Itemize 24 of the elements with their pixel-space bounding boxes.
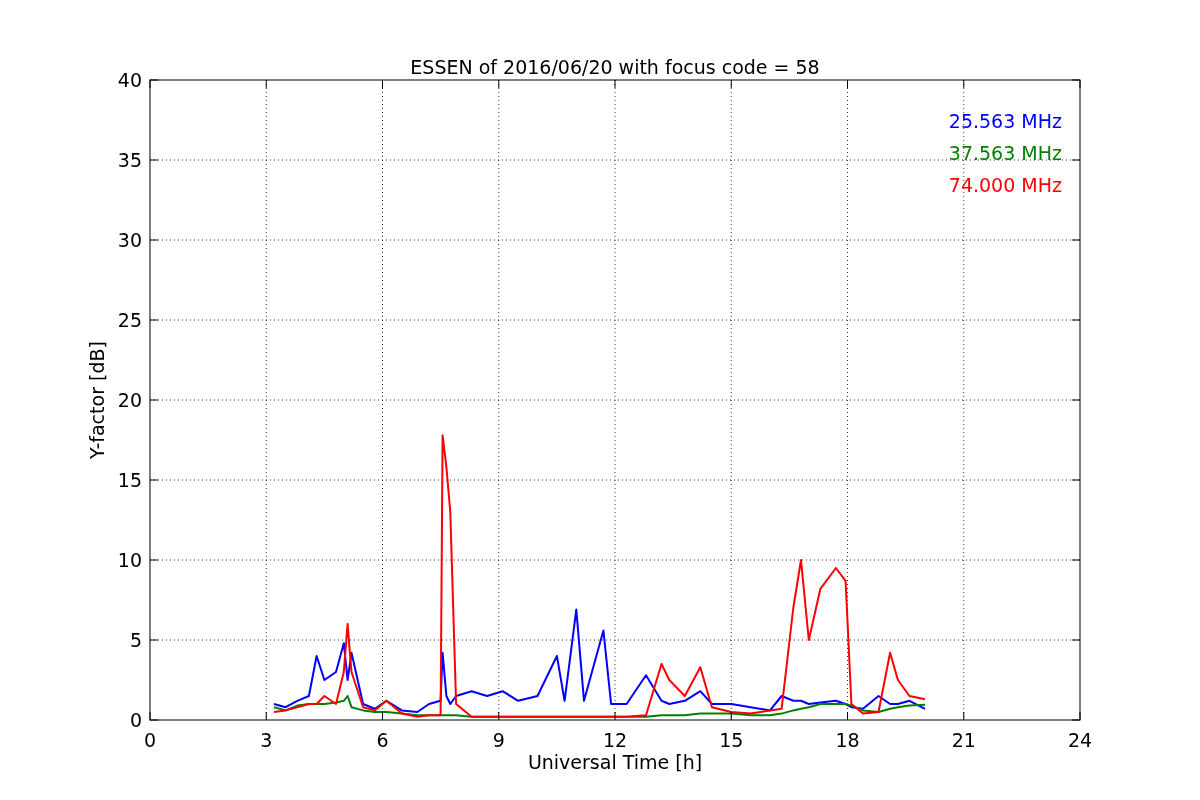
tick-label: 25 bbox=[117, 309, 142, 331]
tick-label: 21 bbox=[951, 729, 976, 751]
tick-label: 35 bbox=[117, 149, 142, 171]
tick-label: 18 bbox=[835, 729, 860, 751]
tick-label: 10 bbox=[117, 549, 142, 571]
tick-label: 20 bbox=[117, 389, 142, 411]
tick-label: 0 bbox=[143, 729, 157, 751]
tick-label: 12 bbox=[602, 729, 628, 751]
legend-label: 74.000 MHz bbox=[948, 174, 1062, 196]
chart-title: ESSEN of 2016/06/20 with focus code = 58 bbox=[410, 56, 820, 78]
tick-label: 9 bbox=[492, 729, 505, 751]
tick-label: 0 bbox=[129, 709, 142, 731]
axis-label: Y-factor [dB] bbox=[86, 341, 108, 459]
tick-label: 15 bbox=[117, 469, 142, 491]
axis-label: Universal Time [h] bbox=[527, 751, 703, 773]
tick-label: 5 bbox=[129, 629, 142, 651]
tick-label: 15 bbox=[719, 729, 744, 751]
tick-label: 3 bbox=[260, 729, 273, 751]
tick-label: 40 bbox=[117, 69, 142, 91]
tick-label: 24 bbox=[1067, 729, 1093, 751]
tick-label: 6 bbox=[376, 729, 389, 751]
legend-label: 37.563 MHz bbox=[948, 142, 1062, 164]
tick-label: 30 bbox=[117, 229, 142, 251]
legend-label: 25.563 MHz bbox=[948, 110, 1062, 132]
